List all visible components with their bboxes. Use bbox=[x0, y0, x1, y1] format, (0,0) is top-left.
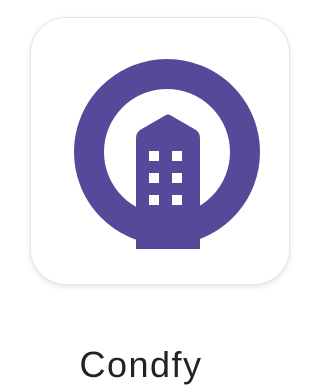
building-in-ring-icon bbox=[74, 59, 260, 249]
app-name-label: Condfy bbox=[79, 344, 203, 385]
